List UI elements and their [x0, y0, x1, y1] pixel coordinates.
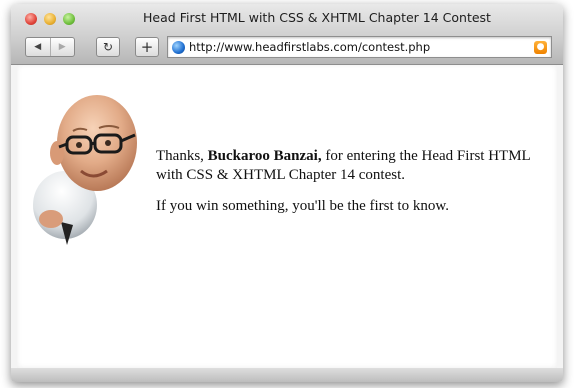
site-globe-icon: [172, 40, 185, 54]
forward-arrow-icon[interactable]: ▶: [49, 38, 75, 56]
window-bottom-bar: [11, 368, 563, 382]
contest-message: Thanks, Buckaroo Banzai, for entering th…: [156, 147, 551, 228]
browser-window: Head First HTML with CSS & XHTML Chapter…: [11, 4, 563, 382]
close-window-button[interactable]: [25, 13, 37, 25]
add-bookmark-icon: +: [140, 38, 154, 56]
address-bar[interactable]: http://www.headfirstlabs.com/contest.php…: [167, 36, 552, 58]
thanks-prefix: Thanks,: [156, 148, 208, 164]
thanks-paragraph: Thanks, Buckaroo Banzai, for entering th…: [156, 147, 551, 185]
window-title: Head First HTML with CSS & XHTML Chapter…: [143, 10, 491, 25]
title-bar: Head First HTML with CSS & XHTML Chapter…: [11, 4, 563, 65]
url-text[interactable]: http://www.headfirstlabs.com/contest.php: [189, 40, 534, 54]
zoom-window-button[interactable]: [63, 13, 75, 25]
bald-man-photo: [33, 95, 137, 245]
back-arrow-icon[interactable]: ◀: [26, 38, 50, 56]
rss-feed-icon[interactable]: ●: [534, 40, 547, 54]
followup-paragraph: If you win something, you'll be the firs…: [156, 198, 449, 214]
reload-button[interactable]: ↻: [96, 37, 120, 57]
reload-icon: ↻: [102, 40, 114, 54]
add-bookmark-button[interactable]: +: [135, 37, 159, 57]
minimize-window-button[interactable]: [44, 13, 56, 25]
back-forward-group: ◀ ▶: [25, 37, 75, 57]
page-content: Thanks, Buckaroo Banzai, for entering th…: [17, 65, 557, 368]
entrant-name: Buckaroo Banzai,: [207, 148, 322, 164]
